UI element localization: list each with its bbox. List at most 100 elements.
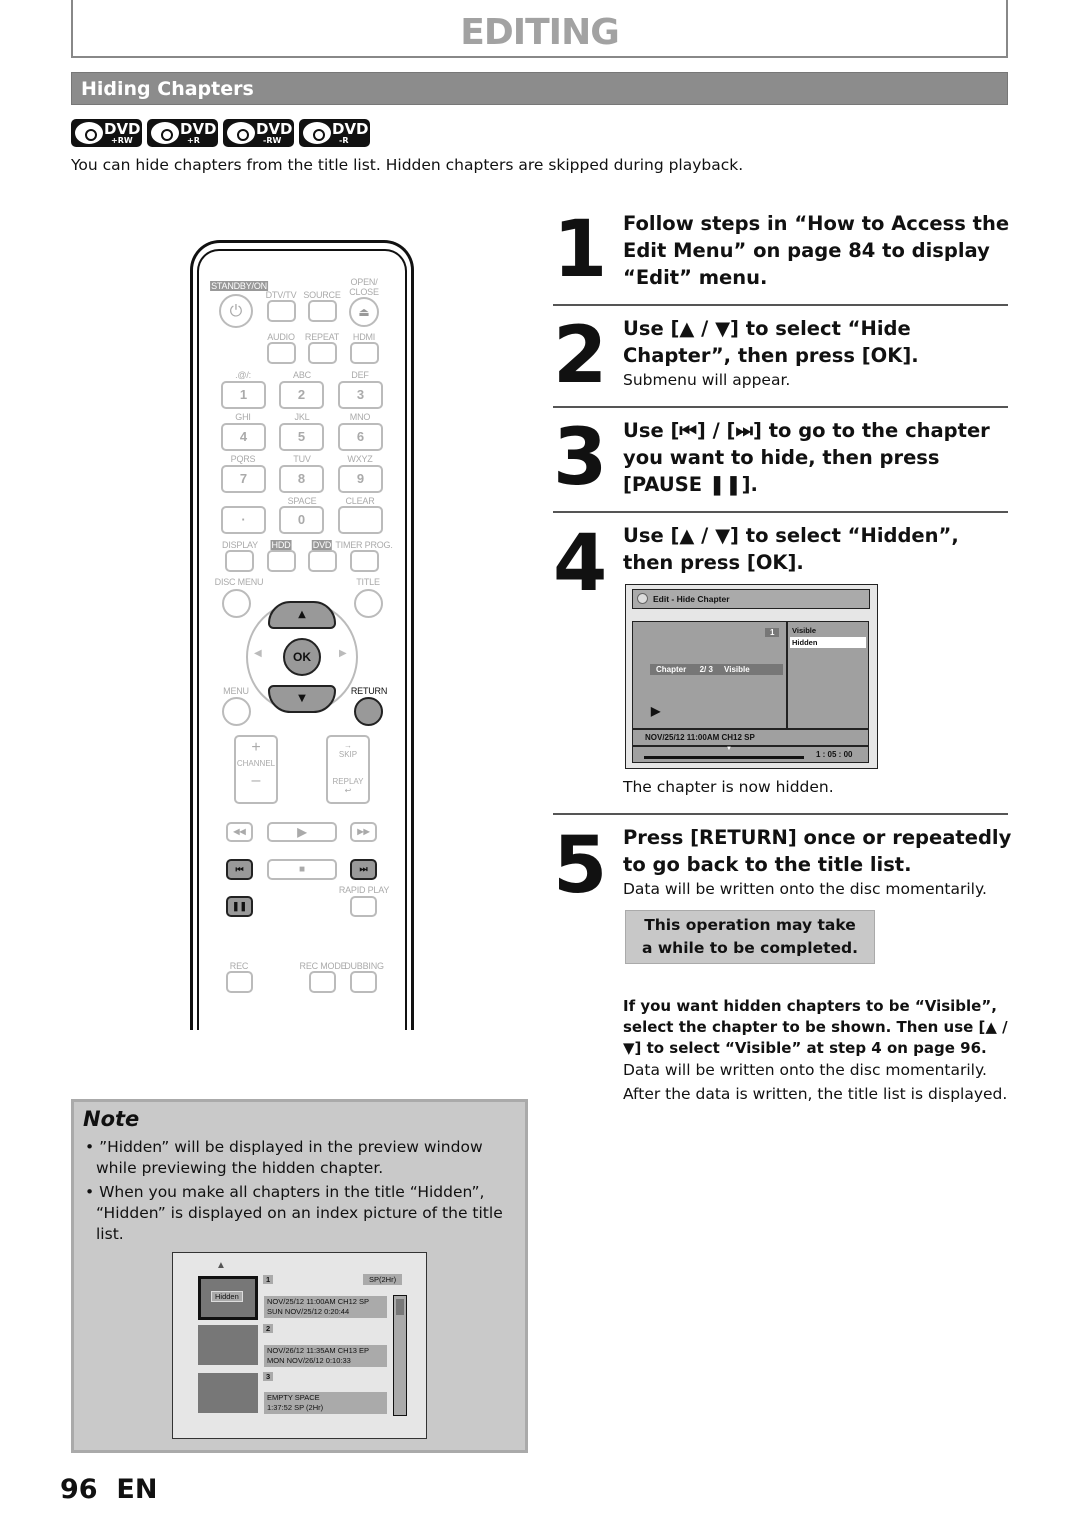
play-icon: ▶ — [651, 704, 661, 718]
progress-bar: ▼ 1 : 05 : 00 — [632, 746, 869, 763]
label: JKL — [294, 412, 310, 422]
dubbing-button[interactable] — [350, 971, 377, 993]
skip-replay-rocker[interactable]: → SKIP REPLAY ↩ — [326, 735, 370, 804]
key-3[interactable]: 3 — [338, 381, 383, 409]
rec-mode-button[interactable] — [309, 971, 336, 993]
repeat-button[interactable] — [308, 342, 337, 364]
label: RAPID PLAY — [338, 885, 390, 895]
hdmi-button[interactable] — [350, 342, 379, 364]
label: TUV — [293, 454, 311, 464]
divider — [553, 511, 1008, 513]
title-info[interactable]: NOV/26/12 11:35AM CH13 EP MON NOV/26/12 0… — [264, 1345, 387, 1367]
label: RETURN — [350, 686, 388, 696]
label: CLEAR — [345, 496, 375, 506]
thumbnail[interactable] — [198, 1373, 258, 1413]
key-2[interactable]: 2 — [279, 381, 324, 409]
timer-prog-button[interactable] — [350, 550, 379, 572]
audio-button[interactable] — [267, 342, 296, 364]
notice-box: This operation may take a while to be co… — [625, 910, 875, 964]
eject-button[interactable]: ⏏ — [349, 297, 379, 327]
label: OPEN/ — [350, 277, 378, 287]
step-number: 3 — [553, 413, 607, 503]
title-info[interactable]: NOV/25/12 11:00AM CH12 SP SUN NOV/25/12 0… — [264, 1296, 387, 1318]
up-arrow-button[interactable]: ▲ — [268, 601, 336, 629]
power-button[interactable]: ⏻ — [219, 294, 253, 328]
channel-rocker[interactable]: + CHANNEL – — [234, 735, 278, 804]
scrollbar[interactable] — [393, 1295, 407, 1416]
label: DUBBING — [344, 961, 384, 971]
section-header: EDITING — [71, 0, 1008, 58]
left-arrow-button[interactable]: ◀ — [254, 648, 262, 659]
osd-title: Edit - Hide Chapter — [632, 589, 870, 609]
return-button[interactable] — [354, 697, 383, 726]
thumbnail[interactable] — [198, 1325, 258, 1365]
key-5[interactable]: 5 — [279, 423, 324, 451]
hidden-label: Hidden — [211, 1291, 243, 1302]
label: REC MODE — [299, 961, 347, 971]
ok-button[interactable]: OK — [283, 638, 321, 676]
step-number: 5 — [553, 821, 607, 911]
elapsed-time: 1 : 05 : 00 — [816, 750, 853, 759]
note-bullet: • ”Hidden” will be displayed in the prev… — [85, 1138, 483, 1177]
osd-preview: 1 Chapter 2/ 3 Visible ▶ — [632, 621, 787, 729]
title-number: 3 — [263, 1372, 274, 1381]
hdd-button[interactable] — [267, 550, 296, 572]
dvd-minus-r-logo: DVD -R — [299, 119, 370, 147]
section-title: EDITING — [460, 12, 619, 53]
title-number: 2 — [263, 1324, 274, 1333]
record-mode: SP(2Hr) — [363, 1274, 403, 1285]
skip-forward-button[interactable]: ⏭ — [350, 859, 377, 880]
label: .@/: — [235, 370, 251, 380]
step-note: The chapter is now hidden. — [623, 778, 834, 796]
right-arrow-button[interactable]: ▶ — [339, 648, 347, 659]
dot-key[interactable]: · — [221, 506, 266, 534]
down-arrow-button[interactable]: ▼ — [268, 685, 336, 713]
key-6[interactable]: 6 — [338, 423, 383, 451]
skip-back-button[interactable]: ⏮ — [226, 859, 253, 880]
source-button[interactable] — [308, 300, 337, 322]
disc-menu-button[interactable] — [222, 589, 251, 618]
visible-tip: If you want hidden chapters to be “Visib… — [623, 997, 1008, 1057]
step-heading: Press [RETURN] once or repeatedly to go … — [623, 826, 1012, 876]
tip-line: After the data is written, the title lis… — [623, 1085, 1008, 1103]
pause-button[interactable]: ❚❚ — [226, 896, 253, 917]
rapid-play-button[interactable] — [350, 896, 377, 917]
title-button[interactable] — [354, 589, 383, 618]
option-visible[interactable]: Visible — [788, 622, 868, 635]
page-number: 96 EN — [60, 1474, 158, 1505]
key-0[interactable]: 0 — [279, 506, 324, 534]
step-heading: Use [▲ / ▼] to select “Hidden”, then pre… — [623, 524, 959, 574]
option-hidden-selected[interactable]: Hidden — [790, 637, 866, 648]
label: TIMER PROG. — [335, 540, 393, 550]
divider — [553, 406, 1008, 408]
rewind-button[interactable]: ◀◀ — [226, 822, 253, 842]
title-info[interactable]: EMPTY SPACE 1:37:52 SP (2Hr) — [264, 1392, 387, 1414]
key-9[interactable]: 9 — [338, 465, 383, 493]
rec-button[interactable] — [226, 971, 253, 993]
step-heading: Use [▲ / ▼] to select “Hide Chapter”, th… — [623, 317, 919, 367]
step-heading: Follow steps in “How to Access the Edit … — [623, 212, 1010, 289]
dvd-button[interactable] — [308, 550, 337, 572]
thumbnail-selected[interactable]: Hidden — [198, 1276, 258, 1320]
osd-options: Visible Hidden — [787, 621, 869, 729]
play-button[interactable]: ▶ — [267, 822, 337, 842]
intro-text: You can hide chapters from the title lis… — [71, 156, 744, 174]
label: GHI — [235, 412, 251, 422]
dtv-tv-button[interactable] — [267, 300, 296, 322]
label: SPACE — [287, 496, 317, 506]
display-button[interactable] — [225, 550, 254, 572]
label: TITLE — [356, 577, 380, 587]
key-8[interactable]: 8 — [279, 465, 324, 493]
key-4[interactable]: 4 — [221, 423, 266, 451]
stop-button[interactable]: ■ — [267, 859, 337, 880]
label: PQRS — [230, 454, 256, 464]
key-1[interactable]: 1 — [221, 381, 266, 409]
fast-forward-button[interactable]: ▶▶ — [350, 822, 377, 842]
menu-button[interactable] — [222, 697, 251, 726]
chapter-status: Chapter 2/ 3 Visible — [650, 664, 783, 675]
key-7[interactable]: 7 — [221, 465, 266, 493]
step-number: 2 — [553, 311, 607, 401]
divider — [553, 304, 1008, 306]
clear-button[interactable] — [338, 506, 383, 534]
note-bullet: • When you make all chapters in the titl… — [85, 1183, 503, 1243]
